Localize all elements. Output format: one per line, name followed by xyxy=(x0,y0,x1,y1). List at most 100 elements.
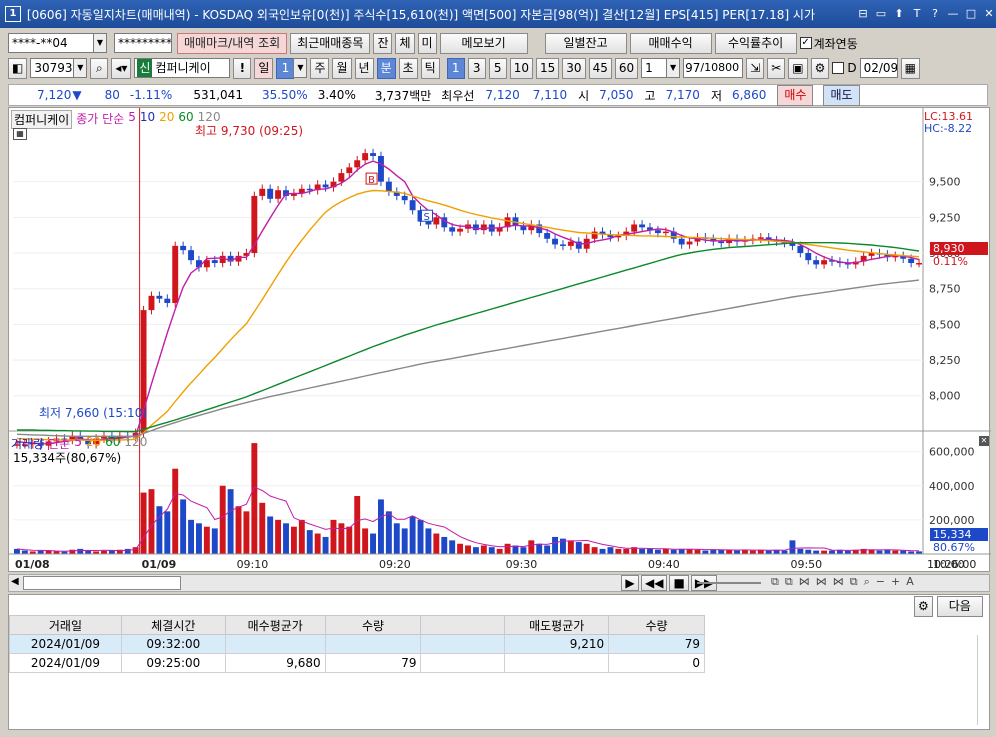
period-week[interactable]: 주 xyxy=(310,57,330,79)
font-icon[interactable]: T xyxy=(910,7,924,21)
period-second[interactable]: 초 xyxy=(398,57,418,79)
zoom-in-icon[interactable]: + xyxy=(891,575,900,589)
buy-button[interactable]: 매수 xyxy=(777,84,814,106)
price-tick-label: 8,000 xyxy=(929,390,961,403)
table-row[interactable]: 2024/01/09 09:25:00 9,680 79 0 xyxy=(9,653,705,673)
interval-3[interactable]: 3 xyxy=(467,57,486,79)
memo-button[interactable]: 메모보기 xyxy=(439,32,528,54)
zoom-out-icon[interactable]: − xyxy=(876,575,885,589)
interval-15[interactable]: 15 xyxy=(536,57,560,79)
account-link-toggle[interactable]: ✓ 계좌연동 xyxy=(799,35,858,52)
account-dropdown-icon[interactable]: ▼ xyxy=(93,33,107,53)
date-input[interactable]: 02/09 xyxy=(859,58,898,78)
chart-canvas[interactable]: 9,5009,2509,0008,7508,5008,2508,000600,0… xyxy=(9,108,991,573)
period-tick[interactable]: 틱 xyxy=(420,57,440,79)
table-row[interactable]: 2024/01/09 09:32:00 9,210 79 xyxy=(9,634,705,654)
layout-icon[interactable]: ⧉ xyxy=(850,575,858,589)
settings-icon[interactable]: ⚙ xyxy=(810,57,830,79)
legend-stock[interactable]: 컴퍼니케이 xyxy=(11,110,73,129)
pin-icon[interactable]: ⬆ xyxy=(892,7,906,21)
daily-balance-button[interactable]: 일별잔고 xyxy=(544,32,627,54)
period-daily[interactable]: 일 xyxy=(254,57,274,79)
yield-trend-button[interactable]: 수익률추이 xyxy=(714,32,797,54)
d-checkbox[interactable] xyxy=(832,62,845,74)
recent-trades-button[interactable]: 최근매매종목 xyxy=(290,32,371,54)
password-input[interactable]: ********* xyxy=(114,33,172,53)
time-tick-label: 01/09 xyxy=(142,558,177,571)
scroll-thumb[interactable] xyxy=(23,576,181,590)
indicator-icon[interactable]: ⋈ xyxy=(799,575,810,589)
compare-icon[interactable]: ⧉ xyxy=(771,575,779,589)
trade-mark-button[interactable]: 매매마크/내역 조회 xyxy=(177,32,288,54)
interval-60[interactable]: 60 xyxy=(614,57,639,79)
code-search-icon[interactable]: ◧ xyxy=(8,57,28,79)
alert-icon[interactable]: ! xyxy=(233,57,252,79)
candle xyxy=(409,200,416,211)
speed-slider[interactable] xyxy=(697,582,761,584)
account-input[interactable]: ****-**04 xyxy=(8,33,94,53)
interval-45[interactable]: 45 xyxy=(588,57,612,79)
tab-balance[interactable]: 잔 xyxy=(373,32,393,54)
close-pane-icon[interactable]: ✕ xyxy=(979,436,989,446)
next-button[interactable]: 다음 xyxy=(936,596,983,617)
zoom-icon[interactable]: ⌕ xyxy=(864,575,870,589)
candle xyxy=(164,298,171,303)
indicator2-icon[interactable]: ⋈ xyxy=(816,575,827,589)
scroll-left-icon[interactable]: ◀ xyxy=(11,576,19,587)
period-dropdown-icon[interactable]: ▼ xyxy=(293,58,308,78)
tool-icon[interactable]: ✂ xyxy=(767,57,786,79)
period-month[interactable]: 월 xyxy=(332,57,352,79)
data-count-field[interactable]: 97/10800 xyxy=(683,58,744,78)
volume-bar xyxy=(552,536,558,554)
period-n[interactable]: 1 xyxy=(276,57,295,79)
high-label: 고 xyxy=(644,88,656,103)
chart-panel[interactable]: 9,5009,2509,0008,7508,5008,2508,000600,0… xyxy=(8,107,991,573)
stock-name-box[interactable]: 신 컴퍼니케이 xyxy=(134,58,231,78)
candle xyxy=(211,260,218,264)
checkbox-icon[interactable]: ✓ xyxy=(799,37,812,49)
save-icon[interactable]: ▣ xyxy=(788,57,808,79)
overlay-icon[interactable]: ⧉ xyxy=(785,575,793,589)
indicator3-icon[interactable]: ⋈ xyxy=(833,575,844,589)
fit-icon[interactable]: ⇲ xyxy=(746,57,765,79)
interval-1[interactable]: 1 xyxy=(446,57,465,79)
period-minute[interactable]: 분 xyxy=(376,57,396,79)
count-dropdown-icon[interactable]: ▼ xyxy=(666,58,681,78)
candle xyxy=(567,241,574,246)
sell-marker-label: S xyxy=(423,212,429,223)
calendar-icon[interactable]: ▦ xyxy=(900,57,920,79)
speaker-icon[interactable]: ◂▾ xyxy=(111,57,132,79)
close-button[interactable]: ✕ xyxy=(982,7,996,21)
trade-profit-button[interactable]: 매매수익 xyxy=(629,32,712,54)
tab-executed[interactable]: 체 xyxy=(395,32,415,54)
count-select[interactable]: 1 xyxy=(641,58,668,78)
low-price: 6,860 xyxy=(731,88,767,102)
rewind-icon[interactable]: ◀◀ xyxy=(641,575,668,591)
interval-30[interactable]: 30 xyxy=(562,57,586,79)
interval-10[interactable]: 10 xyxy=(509,57,533,79)
volume-bar xyxy=(211,528,218,554)
font-size-icon[interactable]: A xyxy=(906,575,914,589)
volume-bar xyxy=(868,549,875,554)
chart-scrollbar[interactable]: ◀ ▶ ◀◀ ■ ▶▶ ⧉ ⧉ ⋈ ⋈ ⋈ ⧉ ⌕ − + A xyxy=(8,574,990,592)
vertical-scrollbar[interactable] xyxy=(977,635,987,725)
stop-icon[interactable]: ■ xyxy=(669,575,689,591)
lower-settings-icon[interactable]: ⚙ xyxy=(914,596,933,617)
period-year[interactable]: 년 xyxy=(354,57,374,79)
grid-icon[interactable]: ▦ xyxy=(13,128,27,140)
tab-unfilled[interactable]: 미 xyxy=(417,32,437,54)
maximize-button[interactable]: □ xyxy=(964,7,978,21)
candle xyxy=(370,153,376,156)
code-dropdown-icon[interactable]: ▼ xyxy=(73,58,88,78)
search-icon[interactable]: ⌕ xyxy=(90,57,109,79)
volume-bar xyxy=(781,550,788,554)
sell-button[interactable]: 매도 xyxy=(823,84,860,106)
play-icon[interactable]: ▶ xyxy=(621,575,639,591)
stock-code-input[interactable]: 307930 xyxy=(30,58,75,78)
minimize-button[interactable]: — xyxy=(946,7,960,21)
restore-icon[interactable]: ▭ xyxy=(874,7,888,21)
tile-icon[interactable]: ⊟ xyxy=(856,7,870,21)
help-icon[interactable]: ? xyxy=(928,7,942,21)
interval-5[interactable]: 5 xyxy=(488,57,507,79)
volume-current: 15,334주(80,67%) xyxy=(13,451,122,465)
